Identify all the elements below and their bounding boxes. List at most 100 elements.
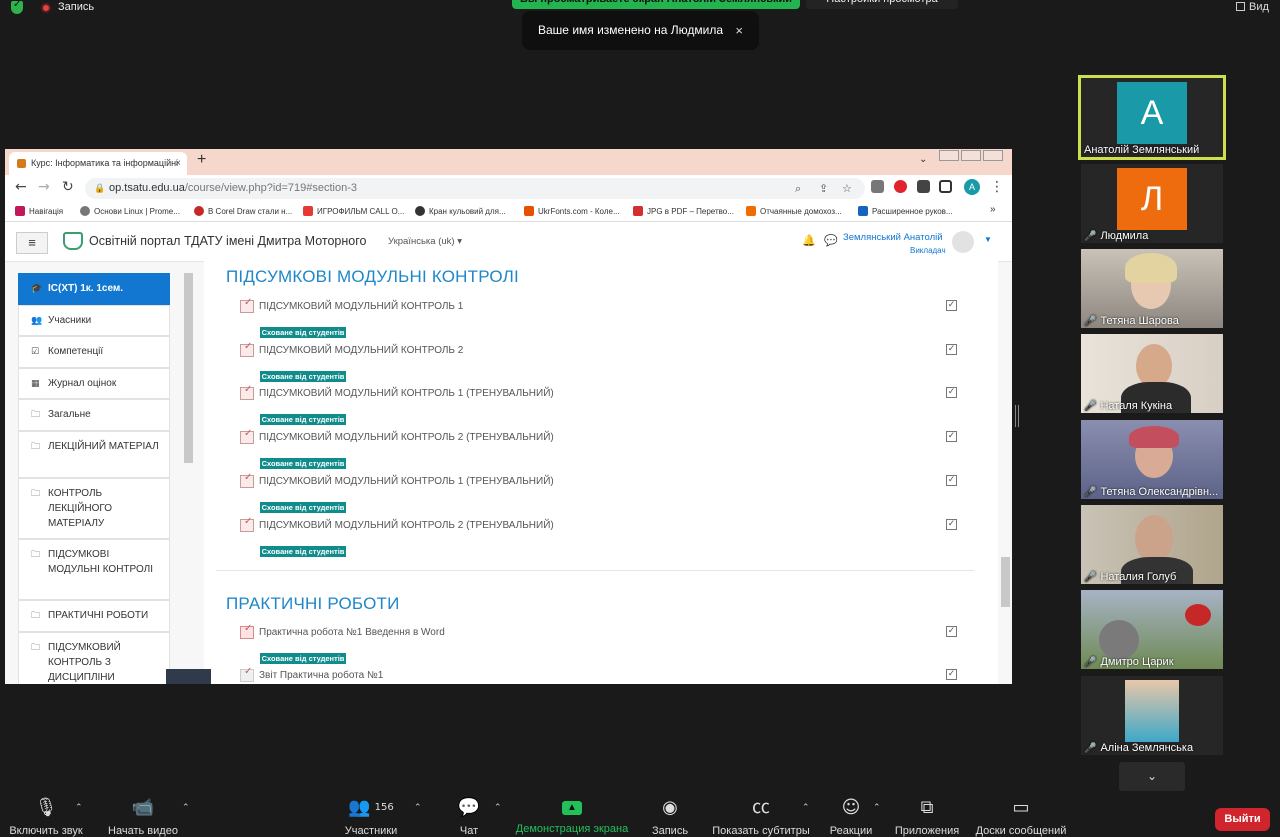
record-button[interactable]: ◉ Запись — [650, 797, 690, 837]
activity-name[interactable]: ПІДСУМКОВИЙ МОДУЛЬНИЙ КОНТРОЛЬ 2 — [259, 345, 463, 356]
activity-name[interactable]: Практична робота №1 Введення в Word — [259, 627, 445, 638]
activity-row[interactable]: ПІДСУМКОВИЙ МОДУЛЬНИЙ КОНТРОЛЬ 1 ✓ — [240, 297, 970, 318]
activity-row[interactable]: ПІДСУМКОВИЙ МОДУЛЬНИЙ КОНТРОЛЬ 2 (ТРЕНУВ… — [240, 516, 970, 537]
activity-row[interactable]: Практична робота №1 Введення в Word ✓ — [240, 623, 970, 644]
completion-checkbox[interactable]: ✓ — [946, 431, 957, 442]
minimize-button[interactable] — [939, 150, 959, 161]
sidebar-scrollbar[interactable] — [184, 273, 193, 463]
shield-extension-icon[interactable] — [871, 180, 884, 193]
sidebar-item-general[interactable]: 🗀 Загальне — [18, 399, 170, 431]
activity-name[interactable]: ПІДСУМКОВИЙ МОДУЛЬНИЙ КОНТРОЛЬ 2 (ТРЕНУВ… — [259, 432, 554, 443]
messages-icon[interactable]: 💬 — [824, 234, 838, 247]
activity-name[interactable]: ПІДСУМКОВИЙ МОДУЛЬНИЙ КОНТРОЛЬ 1 (ТРЕНУВ… — [259, 476, 554, 487]
view-settings-menu[interactable]: Настройки просмотра — [806, 0, 958, 9]
sidebar-item-practical-works[interactable]: 🗀 ПРАКТИЧНІ РОБОТИ — [18, 600, 170, 632]
close-window-button[interactable] — [983, 150, 1003, 161]
browser-menu-icon[interactable]: ⋮ — [990, 179, 1004, 195]
panel-resize-handle[interactable] — [1015, 405, 1019, 427]
sidebar-item-module-controls[interactable]: 🗀 ПІДСУМКОВІ МОДУЛЬНІ КОНТРОЛІ — [18, 539, 170, 600]
user-avatar[interactable] — [952, 231, 974, 253]
completion-checkbox[interactable]: ✓ — [946, 669, 957, 680]
activity-row[interactable]: ПІДСУМКОВИЙ МОДУЛЬНИЙ КОНТРОЛЬ 2 ✓ — [240, 341, 970, 362]
start-video-button[interactable]: 📹 Начать видео — [104, 797, 182, 837]
sidebar-toggle-icon[interactable] — [939, 180, 952, 193]
bookmark-item[interactable]: Основи Linux | Prome... — [80, 206, 180, 216]
share-page-icon[interactable]: ⇪ — [819, 178, 828, 199]
unmute-button[interactable]: 🎙 Включить звук — [6, 797, 86, 837]
tab-search-chevron-icon[interactable]: ⌄ — [919, 154, 927, 165]
more-bookmarks-icon[interactable]: » — [990, 204, 996, 215]
audio-options-caret-icon[interactable]: ⌃ — [75, 803, 83, 813]
view-button[interactable]: Вид — [1236, 1, 1269, 13]
chat-button[interactable]: 💬 Чат — [455, 797, 483, 837]
activity-row[interactable]: ПІДСУМКОВИЙ МОДУЛЬНИЙ КОНТРОЛЬ 1 (ТРЕНУВ… — [240, 384, 970, 405]
activity-name[interactable]: ПІДСУМКОВИЙ МОДУЛЬНИЙ КОНТРОЛЬ 1 (ТРЕНУВ… — [259, 388, 554, 399]
toast-close-icon[interactable]: × — [735, 11, 743, 50]
sidebar-item-lecture-control[interactable]: 🗀 КОНТРОЛЬ ЛЕКЦІЙНОГО МАТЕРІАЛУ — [18, 478, 170, 539]
user-menu-caret-icon[interactable]: ▼ — [984, 235, 992, 244]
sidebar-item-participants[interactable]: 👥 Учасники — [18, 305, 170, 336]
sidebar-item-competencies[interactable]: ☑ Компетенції — [18, 336, 170, 368]
completion-checkbox[interactable]: ✓ — [946, 626, 957, 637]
bookmark-item[interactable]: Расширенное руков... — [858, 206, 953, 216]
content-scrollbar[interactable] — [1001, 557, 1010, 607]
restore-button[interactable] — [961, 150, 981, 161]
tab-close-icon[interactable]: × — [175, 152, 181, 175]
activity-name[interactable]: Звіт Практична робота №1 — [259, 670, 383, 681]
leave-meeting-button[interactable]: Выйти — [1215, 808, 1270, 831]
participant-tile[interactable]: 🎤 Наталия Голуб — [1081, 505, 1223, 584]
participant-tile[interactable]: A Анатолій Землянський — [1078, 75, 1226, 160]
share-screen-button[interactable]: ▲ Демонстрация экрана — [514, 797, 630, 835]
extensions-puzzle-icon[interactable] — [917, 180, 930, 193]
bookmark-item[interactable]: JPG в PDF – Перетво... — [633, 206, 734, 216]
participant-tile[interactable]: 🎤 Аліна Землянська — [1081, 676, 1223, 755]
activity-row[interactable]: ПІДСУМКОВИЙ МОДУЛЬНИЙ КОНТРОЛЬ 1 (ТРЕНУВ… — [240, 472, 970, 493]
notifications-bell-icon[interactable]: 🔔 — [802, 234, 816, 247]
captions-options-caret-icon[interactable]: ⌃ — [802, 803, 810, 813]
participant-tile[interactable]: 🎤 Наталя Кукіна — [1081, 334, 1223, 413]
activity-name[interactable]: ПІДСУМКОВИЙ МОДУЛЬНИЙ КОНТРОЛЬ 2 (ТРЕНУВ… — [259, 520, 554, 531]
section-title[interactable]: ПІДСУМКОВІ МОДУЛЬНІ КОНТРОЛІ — [226, 267, 519, 287]
bookmark-item[interactable]: Отчаянные домохоз... — [746, 206, 842, 216]
participant-tile[interactable]: 🎤 Тетяна Олександрівн... — [1081, 420, 1223, 499]
sidebar-item-lectures[interactable]: 🗀 ЛЕКЦІЙНИЙ МАТЕРІАЛ — [18, 431, 170, 478]
new-tab-button[interactable]: + — [197, 151, 206, 169]
activity-name[interactable]: ПІДСУМКОВИЙ МОДУЛЬНИЙ КОНТРОЛЬ 1 — [259, 301, 463, 312]
activity-row[interactable]: Звіт Практична робота №1 ✓ — [240, 666, 970, 684]
bookmark-item[interactable]: ИГРОФИЛЬМ CALL O... — [303, 206, 404, 216]
sidebar-item-final-control[interactable]: 🗀 ПІДСУМКОВИЙ КОНТРОЛЬ З ДИСЦИПЛІНИ — [18, 632, 170, 684]
language-selector[interactable]: Українська (uk) ▾ — [388, 236, 462, 247]
participants-options-caret-icon[interactable]: ⌃ — [414, 803, 422, 813]
bookmark-item[interactable]: В Corel Draw стали н... — [194, 206, 292, 216]
participant-tile[interactable]: 🎤 Тетяна Шарова — [1081, 249, 1223, 328]
browser-tab[interactable]: Курс: Інформатика та інформаційні × — [9, 152, 187, 175]
reactions-button[interactable]: ☺ Реакции — [828, 797, 874, 837]
opera-extension-icon[interactable] — [894, 180, 907, 193]
sidebar-item-grades[interactable]: ▦ Журнал оцінок — [18, 368, 170, 399]
completion-checkbox[interactable]: ✓ — [946, 475, 957, 486]
bookmark-item[interactable]: Навігація — [15, 206, 63, 216]
bookmark-item[interactable]: Кран кульовий для... — [415, 206, 506, 216]
address-bar[interactable]: 🔒 op.tsatu.edu.ua/course/view.php?id=719… — [85, 178, 865, 199]
nav-drawer-button[interactable]: ≡ — [16, 232, 48, 254]
completion-checkbox[interactable]: ✓ — [946, 344, 957, 355]
whiteboards-button[interactable]: ▭ Доски сообщений — [973, 797, 1069, 837]
zoom-magnifier-icon[interactable]: ⌕ — [795, 178, 801, 199]
completion-checkbox[interactable]: ✓ — [946, 519, 957, 530]
security-shield-icon[interactable] — [11, 0, 23, 14]
reactions-options-caret-icon[interactable]: ⌃ — [873, 803, 881, 813]
bookmark-star-icon[interactable]: ☆ — [842, 178, 852, 199]
back-arrow-icon[interactable]: ← — [15, 179, 27, 195]
profile-avatar[interactable]: A — [964, 179, 980, 195]
section-title[interactable]: ПРАКТИЧНІ РОБОТИ — [226, 594, 400, 614]
user-name[interactable]: Землянський Анатолій — [843, 232, 943, 243]
chat-options-caret-icon[interactable]: ⌃ — [494, 803, 502, 813]
show-captions-button[interactable]: ㏄ Показать субтитры — [712, 797, 810, 837]
participant-tile[interactable]: 🎤 Дмитро Царик — [1081, 590, 1223, 669]
sidebar-item-course[interactable]: 🎓 ІС(ХТ) 1к. 1сем. — [18, 273, 170, 305]
reload-icon[interactable]: ↻ — [62, 179, 74, 195]
completion-checkbox[interactable]: ✓ — [946, 387, 957, 398]
activity-row[interactable]: ПІДСУМКОВИЙ МОДУЛЬНИЙ КОНТРОЛЬ 2 (ТРЕНУВ… — [240, 428, 970, 449]
site-title[interactable]: Освітній портал ТДАТУ імені Дмитра Мотор… — [89, 234, 366, 248]
forward-arrow-icon[interactable]: → — [38, 179, 50, 195]
